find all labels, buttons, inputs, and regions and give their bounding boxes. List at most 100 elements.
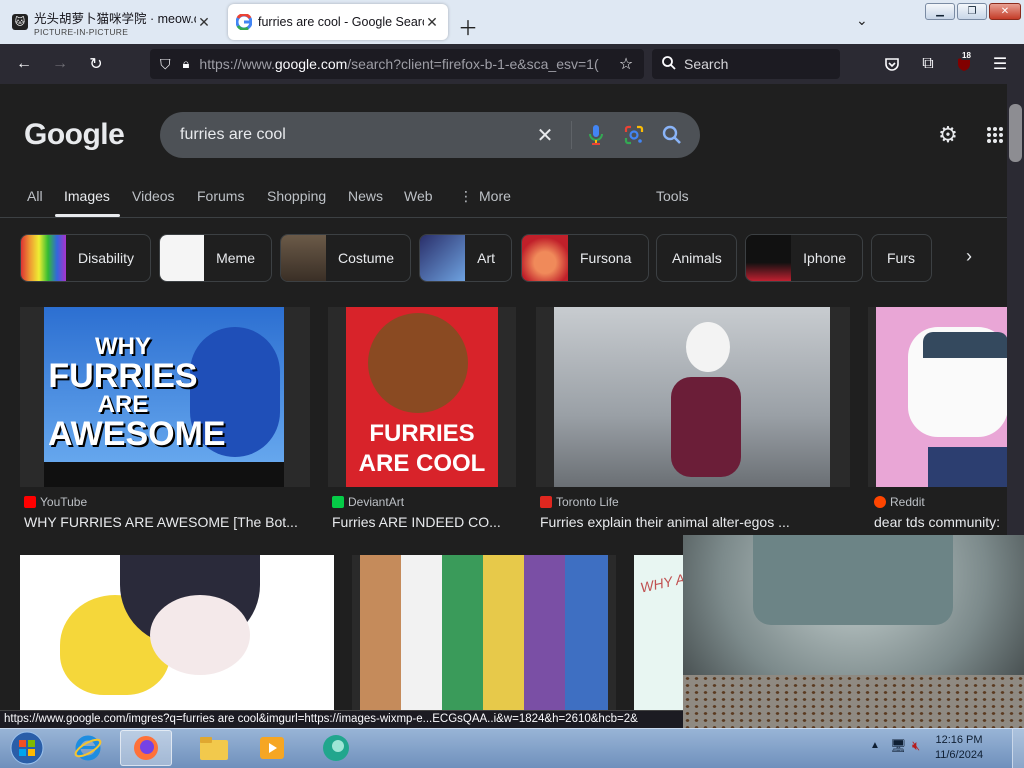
chevron-down-icon[interactable]: ⌄ [856,12,868,29]
volume-muted-icon[interactable]: 🔇︎ [912,738,920,754]
clock-time: 12:16 PM [935,734,983,746]
chip-furs[interactable]: Furs [871,234,932,282]
maximize-button[interactable]: ❐ [957,3,987,20]
new-tab-button[interactable]: ＋ [458,12,478,41]
clear-icon[interactable]: ✕ [533,123,557,147]
green-app-icon[interactable] [310,730,362,766]
chip-thumbnail [746,235,792,281]
chip-thumbnail [420,235,466,281]
result-image-5[interactable] [20,555,334,710]
divider [0,217,1007,218]
image-text: FURRIES [48,357,198,395]
tab-more[interactable]: ⋮ More [459,188,511,205]
chip-art[interactable]: Art [419,234,512,282]
result-title-1[interactable]: WHY FURRIES ARE AWESOME [The Bot... [24,514,314,530]
chip-fursona[interactable]: Fursona [521,234,649,282]
tab-forums[interactable]: Forums [197,188,244,204]
result-source-1[interactable]: YouTube [24,495,87,509]
firefox-taskbar-icon[interactable] [120,730,172,766]
google-icon [236,14,252,30]
extensions-puzzle-icon[interactable]: ⧉ [916,52,940,76]
search-query: furries are cool [180,126,286,143]
link-status-url: https://www.google.com/imgres?q=furries … [0,710,683,728]
pocket-icon[interactable] [880,52,904,76]
chip-thumbnail [160,235,205,281]
tab-google-search[interactable]: furries are cool - Google Search ✕ [228,4,448,40]
image-text: ARE [97,391,149,418]
result-title-2[interactable]: Furries ARE INDEED CO... [332,514,516,530]
youtube-icon [24,496,36,508]
hamburger-menu-icon[interactable]: ☰ [988,52,1012,76]
google-search-input[interactable]: furries are cool ✕ [160,112,700,158]
chip-thumbnail [21,235,66,281]
scrollbar-thumb[interactable] [1009,104,1022,162]
tab-pip-video[interactable]: 🐱 光头胡萝卜猫咪学院 · meow.ca PICTURE-IN-PICTURE… [4,4,220,40]
divider [571,121,572,149]
browser-search-box[interactable]: Search [652,49,840,79]
clock-date: 11/6/2024 [934,749,984,761]
tab-images[interactable]: Images [64,188,110,204]
result-image-4[interactable] [868,307,1007,487]
reload-icon[interactable]: ↻ [84,52,108,76]
start-orb-icon[interactable] [2,730,52,766]
result-title-4[interactable]: dear tds community: [874,514,1007,530]
chip-thumbnail [522,235,568,281]
system-clock[interactable]: 12:16 PM 11/6/2024 [930,733,988,763]
url-domain: google.com [274,56,348,72]
search-icon[interactable] [660,123,684,147]
microphone-icon[interactable] [584,123,608,147]
tab-shopping[interactable]: Shopping [267,188,326,204]
media-player-icon[interactable] [246,730,298,766]
deviantart-icon [332,496,344,508]
tab-subtitle: PICTURE-IN-PICTURE [34,26,129,37]
tab-title: 光头胡萝卜猫咪学院 · meow.ca [34,11,196,26]
lens-camera-icon[interactable] [622,123,646,147]
close-icon[interactable]: ✕ [424,14,440,31]
result-title-3[interactable]: Furries explain their animal alter-egos … [540,514,850,530]
file-explorer-icon[interactable] [188,730,240,766]
google-logo[interactable]: Google [24,118,125,152]
reddit-icon [874,496,886,508]
tab-web[interactable]: Web [404,188,433,204]
result-source-2[interactable]: DeviantArt [332,495,404,509]
shield-icon[interactable]: ⛉ [160,56,171,73]
show-desktop-button[interactable] [1012,729,1024,768]
url-prefix: https://www. [199,56,275,72]
chip-animals[interactable]: Animals [656,234,737,282]
settings-gear-icon[interactable]: ⚙ [936,122,960,147]
extension-badge: 18 [960,51,973,60]
tab-title: furries are cool - Google Search [258,15,424,29]
close-icon[interactable]: ✕ [196,14,212,31]
tab-news[interactable]: News [348,188,383,204]
image-text: FURRIES [369,420,475,447]
chevron-right-icon[interactable]: › [966,246,972,267]
forward-arrow-icon[interactable]: → [48,52,72,76]
chip-iphone[interactable]: Iphone [745,234,863,282]
google-apps-grid-icon[interactable] [983,123,1007,147]
picture-in-picture-video[interactable] [683,535,1024,730]
lock-icon[interactable]: 🔒︎ [183,56,190,72]
url-bar[interactable]: ⛉ 🔒︎ https://www. google.com/search?clien… [150,49,644,79]
network-icon[interactable]: 🖥︎ [890,738,907,754]
chip-meme[interactable]: Meme [159,234,272,282]
tab-videos[interactable]: Videos [132,188,175,204]
tools-button[interactable]: Tools [656,188,689,204]
image-text: AWESOME [48,415,226,453]
bookmark-star-icon[interactable]: ☆ [614,52,638,76]
result-source-3[interactable]: Toronto Life [540,495,619,509]
close-window-button[interactable]: ✕ [989,3,1021,20]
result-image-2[interactable]: FURRIES ARE COOL [328,307,516,487]
result-image-6[interactable] [352,555,616,710]
result-image-3[interactable] [536,307,850,487]
more-dots-icon: ⋮ [459,188,473,204]
chip-costume[interactable]: Costume [280,234,411,282]
tab-all[interactable]: All [27,188,43,204]
chip-disability[interactable]: Disability [20,234,151,282]
result-source-4[interactable]: Reddit [874,495,925,509]
show-hidden-icons-arrow[interactable]: ▲ [870,740,880,751]
back-arrow-icon[interactable]: ← [12,52,36,76]
cat-icon: 🐱 [12,14,28,30]
minimize-button[interactable]: ▁ [925,3,955,20]
internet-explorer-icon[interactable] [62,730,114,766]
result-image-1[interactable]: WHY FURRIES ARE AWESOME [20,307,310,487]
